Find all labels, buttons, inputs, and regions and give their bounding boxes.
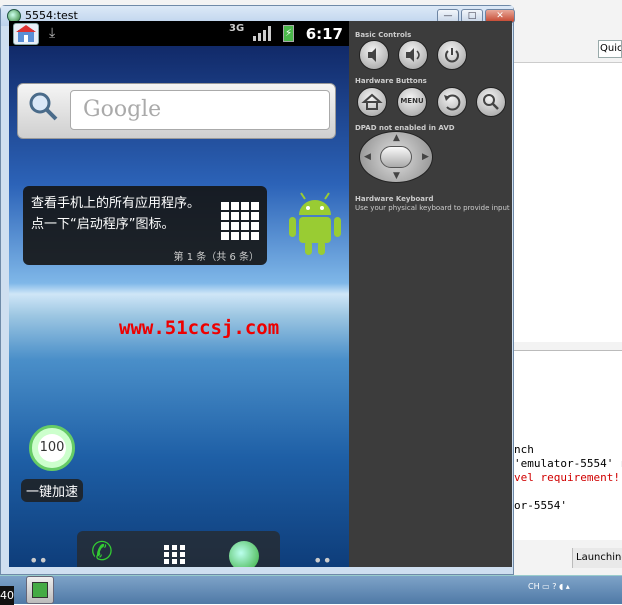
signal-icon [253, 26, 271, 41]
home-button[interactable] [357, 87, 387, 117]
console-line: or-5554' [514, 499, 567, 512]
watermark-text: www.51ccsj.com [119, 317, 280, 339]
dpad-up-icon[interactable]: ▲ [393, 133, 400, 143]
booster-value: 100 [39, 440, 65, 455]
volume-down-icon [368, 48, 376, 62]
volume-up-button[interactable] [398, 40, 428, 70]
network-type-icon: 3G [229, 23, 245, 34]
ide-status-launching: Launching [572, 548, 622, 568]
android-robot-icon [289, 192, 341, 255]
app-drawer-icon [221, 202, 259, 240]
basic-controls-heading: Basic Controls [355, 31, 412, 39]
back-button[interactable] [437, 87, 467, 117]
dpad-down-icon[interactable]: ▼ [393, 171, 400, 181]
os-taskbar: 40 CH ▭ ? ◖ ▴ [0, 575, 622, 605]
back-icon [444, 94, 461, 111]
search-hw-button[interactable] [476, 87, 506, 117]
home-icon [361, 93, 383, 110]
system-tray[interactable]: CH ▭ ? ◖ ▴ [528, 582, 570, 591]
launcher-tip-bubble[interactable]: 查看手机上的所有应用程序。 点一下“启动程序”图标。 第 1 条（共 6 条） [23, 186, 267, 265]
console-line: nch [514, 443, 534, 456]
tip-page-indicator: 第 1 条（共 6 条） [173, 252, 259, 263]
page-dots-right[interactable]: •• [313, 551, 332, 567]
dpad-left-icon[interactable]: ◀ [364, 152, 371, 162]
taskbar-clock-fragment: 40 [0, 586, 14, 605]
page-dots-left[interactable]: •• [29, 551, 48, 567]
console-line-error: vel requirement! [514, 471, 620, 484]
keyboard-heading: Hardware Keyboard [355, 195, 434, 203]
volume-up-icon [406, 48, 420, 62]
tip-text-line1: 查看手机上的所有应用程序。 [31, 196, 201, 211]
android-screen[interactable]: ⤓ 3G ⚡ 6:17 Google 查看手机上的所有应用程序。 点一下“启动程… [9, 21, 349, 567]
dpad-right-icon[interactable]: ▶ [422, 152, 429, 162]
dpad-control[interactable]: ▲ ▼ ◀ ▶ [359, 131, 433, 183]
battery-icon: ⚡ [283, 25, 294, 42]
booster-widget-icon[interactable]: 100 [29, 425, 75, 471]
dpad-center-button[interactable] [380, 146, 412, 168]
search-input[interactable]: Google [70, 90, 330, 130]
launcher-notification-icon [13, 23, 39, 45]
emulator-controls-panel: Basic Controls Hardware Buttons MENU DPA… [349, 21, 512, 567]
power-button[interactable] [437, 40, 467, 70]
search-icon[interactable] [28, 91, 58, 121]
browser-icon[interactable] [229, 541, 259, 567]
keyboard-note: Use your physical keyboard to provide in… [355, 204, 510, 212]
quick-access-field[interactable]: Quic [598, 40, 622, 58]
menu-button[interactable]: MENU [397, 87, 427, 117]
phone-icon[interactable]: ✆ [91, 537, 121, 567]
chart-app-icon [32, 582, 48, 598]
android-statusbar[interactable]: ⤓ 3G ⚡ 6:17 [9, 21, 349, 46]
download-icon: ⤓ [49, 25, 56, 41]
google-search-widget[interactable]: Google [17, 83, 336, 139]
taskbar-app-button[interactable] [26, 576, 54, 604]
power-icon [445, 48, 459, 63]
home-dock: ✆ [77, 531, 280, 567]
tip-text-line2: 点一下“启动程序”图标。 [31, 217, 175, 232]
search-icon [483, 94, 499, 110]
all-apps-icon[interactable] [164, 545, 190, 565]
ide-console: nch 'emulator-5554' re vel requirement! … [514, 350, 622, 540]
status-clock: 6:17 [305, 25, 343, 43]
hardware-buttons-heading: Hardware Buttons [355, 77, 427, 85]
volume-down-button[interactable] [359, 40, 389, 70]
ide-editor-area [514, 62, 622, 342]
console-line: 'emulator-5554' re [514, 457, 622, 470]
booster-label[interactable]: 一键加速 [21, 479, 84, 502]
